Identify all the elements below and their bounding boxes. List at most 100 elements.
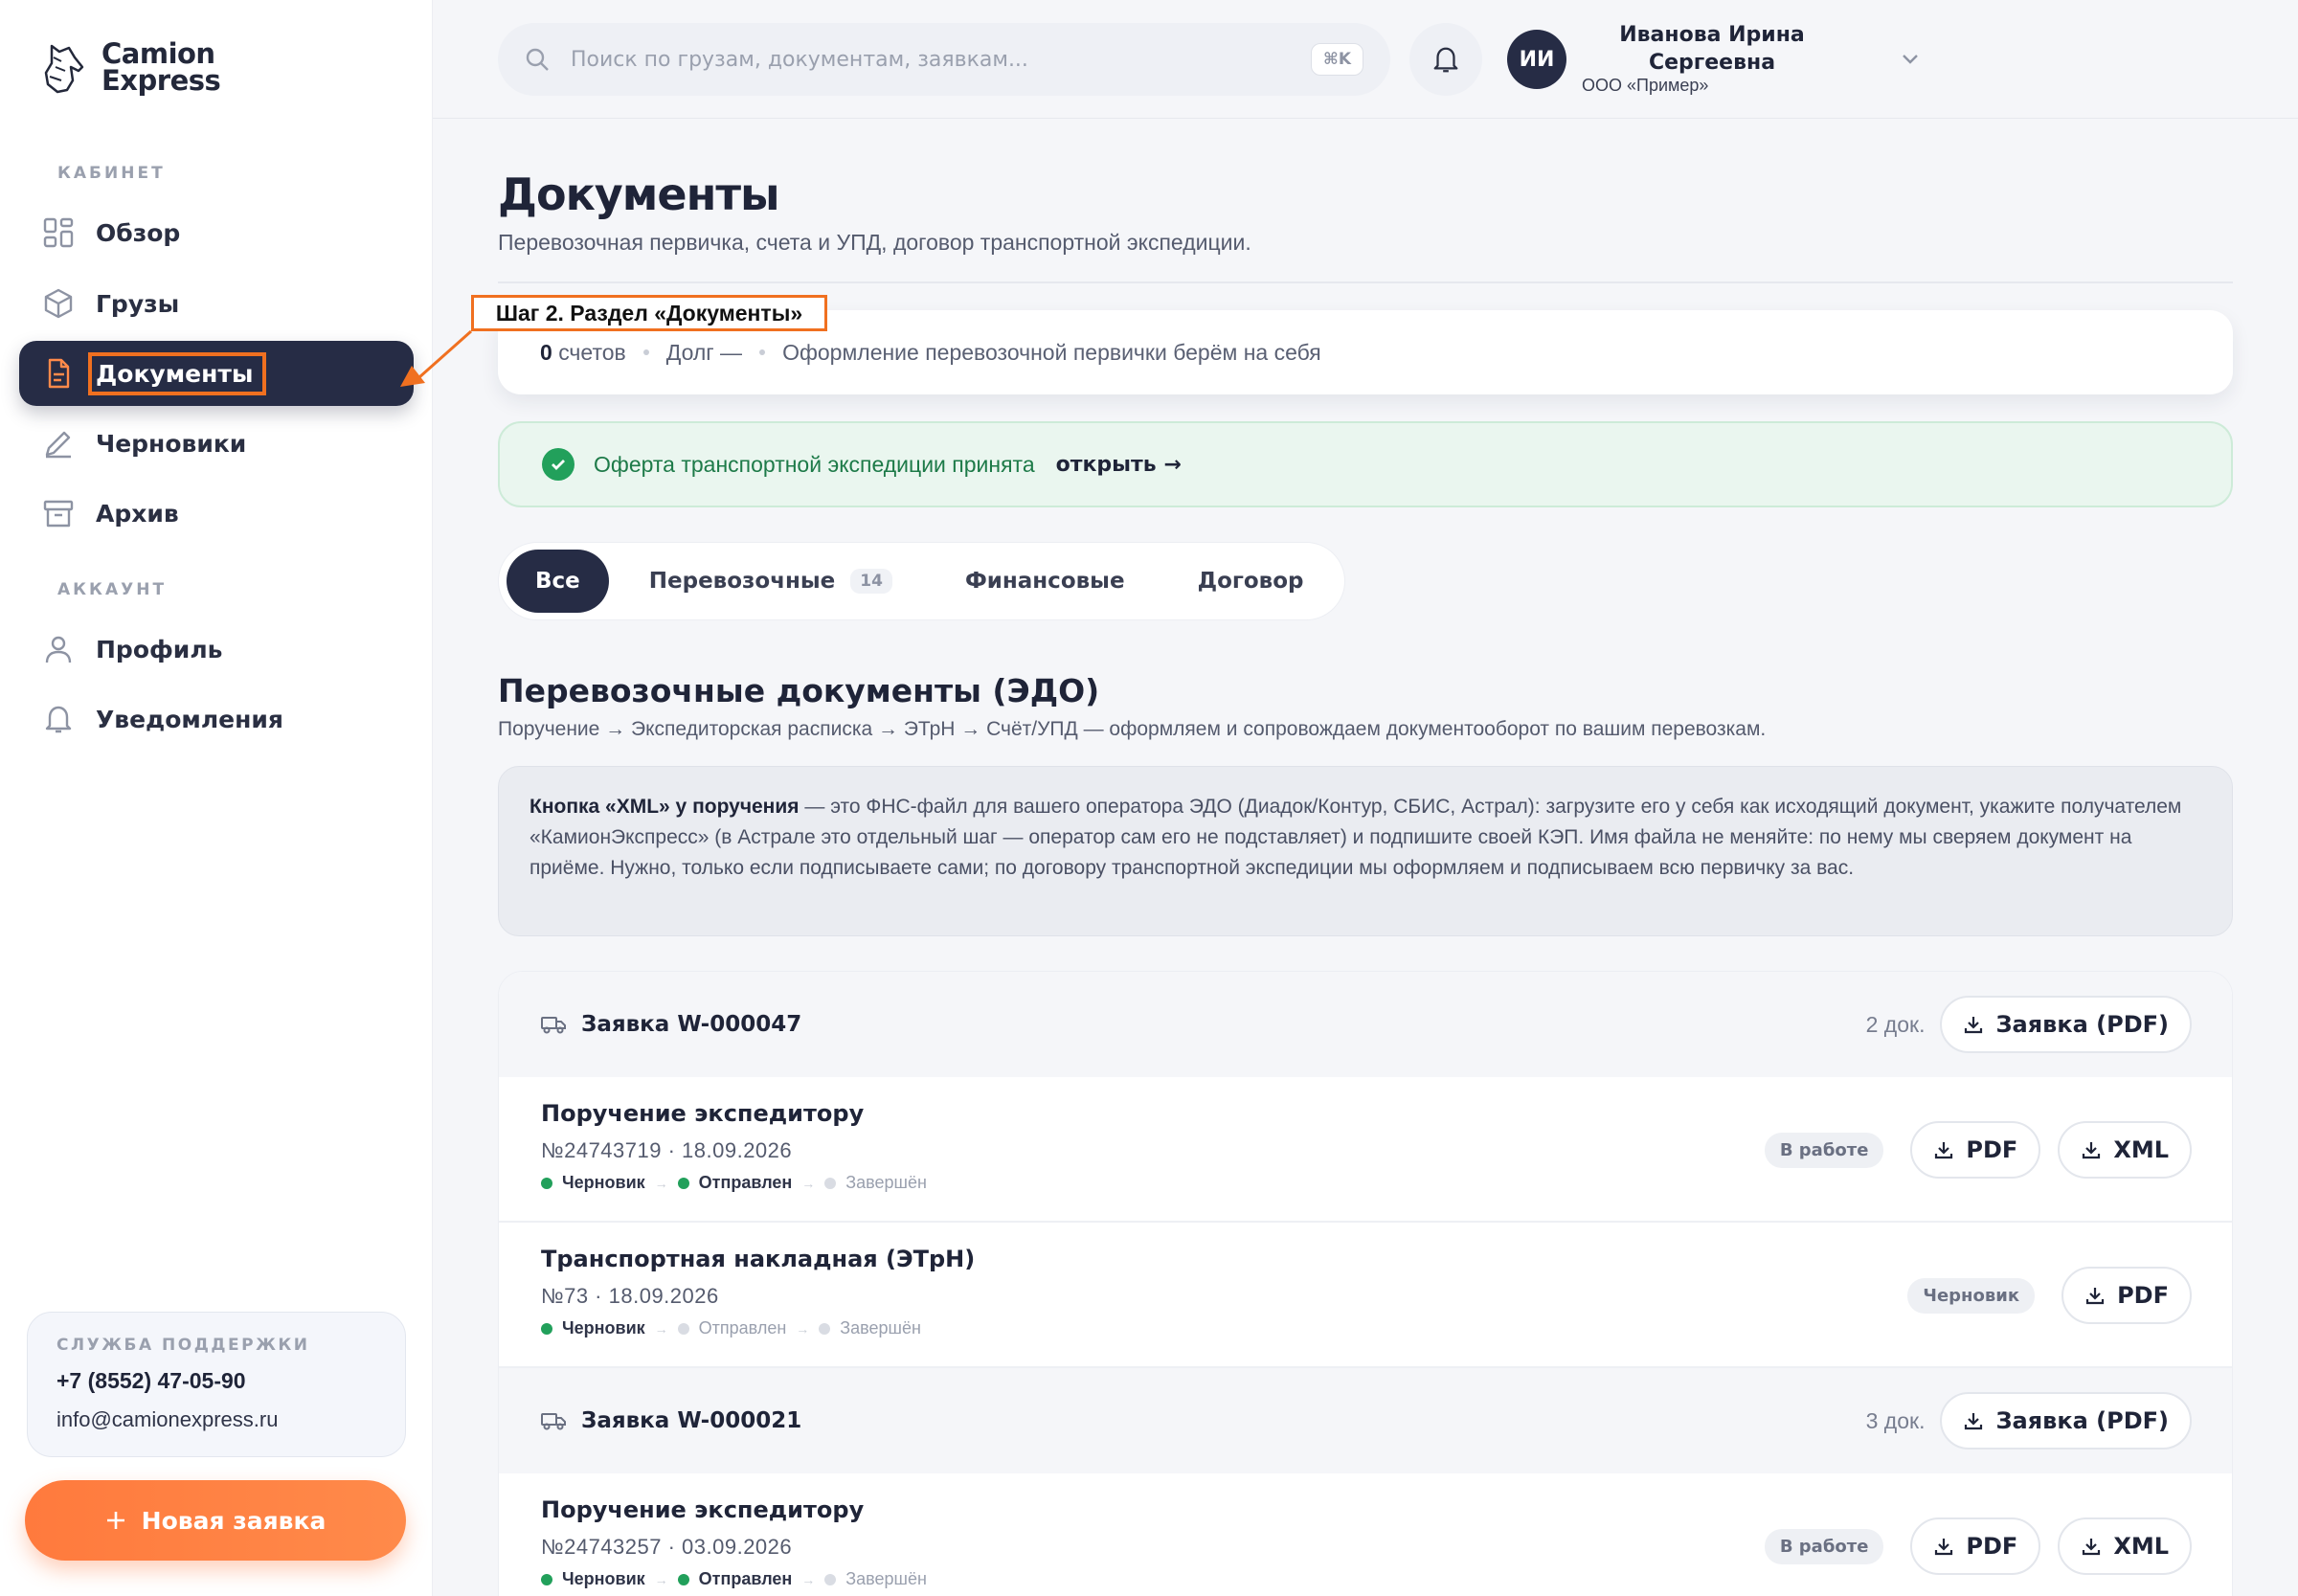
arrow-right-icon: → <box>654 1571 668 1587</box>
info-bold: Кнопка «XML» у поручения <box>529 796 800 818</box>
avatar[interactable]: ИИ <box>1507 30 1566 89</box>
support-title: СЛУЖБА ПОДДЕРЖКИ <box>56 1336 310 1355</box>
separator-dot <box>759 349 766 355</box>
download-icon <box>2083 1142 2101 1159</box>
download-icon <box>1965 1017 1983 1034</box>
download-icon <box>2083 1539 2101 1556</box>
logo-line-2: Express <box>101 64 221 97</box>
tab-transport[interactable]: Перевозочные 14 <box>617 550 925 613</box>
group-doc-count: 3 док. <box>1865 1407 1926 1433</box>
notifications-button[interactable] <box>1409 23 1482 96</box>
step-completed: Завершён <box>824 1569 927 1589</box>
bell-icon <box>1433 47 1458 73</box>
sidebar-item-archive[interactable]: Архив <box>19 481 414 546</box>
document-row[interactable]: Поручение экспедитору №24743719 · 18.09.… <box>499 1077 2232 1223</box>
step-completed: Завершён <box>819 1318 921 1338</box>
button-label: XML <box>2113 1533 2169 1560</box>
button-label: Заявка (PDF) <box>1995 1407 2169 1434</box>
status-badge: Черновик <box>1907 1277 2036 1314</box>
box-icon <box>44 288 73 319</box>
arrow-right-icon: → <box>654 1175 668 1191</box>
arrow-right-icon: → <box>801 1175 816 1191</box>
tab-label: Перевозочные <box>648 569 836 594</box>
download-icon <box>1935 1142 1953 1159</box>
user-org: ООО «Пример» <box>1582 76 1709 95</box>
button-label: XML <box>2113 1136 2169 1163</box>
bell-icon <box>45 706 72 733</box>
pencil-icon <box>45 431 71 459</box>
pdf-button[interactable]: PDF <box>2061 1267 2192 1324</box>
document-row[interactable]: Транспортная накладная (ЭТрН) №73 · 18.0… <box>499 1223 2232 1368</box>
sidebar-item-drafts[interactable]: Черновики <box>19 411 414 476</box>
request-pdf-button[interactable]: Заявка (PDF) <box>1940 1392 2192 1450</box>
sidebar-item-label: Уведомления <box>96 705 283 733</box>
tab-contract[interactable]: Договор <box>1165 550 1337 613</box>
sidebar-item-profile[interactable]: Профиль <box>19 617 414 682</box>
document-row[interactable]: Поручение экспедитору №24743257 · 03.09.… <box>499 1473 2232 1596</box>
request-pdf-button[interactable]: Заявка (PDF) <box>1940 996 2192 1053</box>
search-input[interactable]: Поиск по грузам, документам, заявкам... <box>571 48 1290 72</box>
user-name-line-2: Сергеевна <box>1648 51 1776 75</box>
document-tabs: Все Перевозочные 14 Финансовые Договор <box>498 542 1345 620</box>
sidebar: Camion Express КАБИНЕТ Обзор Грузы Докум… <box>0 0 433 1596</box>
logo[interactable]: Camion Express <box>40 37 221 97</box>
offer-open-link[interactable]: открыть → <box>1056 453 1182 477</box>
arrow-right-icon: → <box>654 1320 668 1337</box>
support-phone[interactable]: +7 (8552) 47-05-90 <box>56 1368 376 1394</box>
status-badge: В работе <box>1764 1528 1884 1564</box>
support-card: СЛУЖБА ПОДДЕРЖКИ +7 (8552) 47-05-90 info… <box>27 1312 406 1457</box>
grid-icon <box>43 217 74 248</box>
plus-icon <box>106 1512 124 1529</box>
support-email[interactable]: info@camionexpress.ru <box>56 1407 376 1432</box>
chevron-down-icon[interactable] <box>1900 48 1921 69</box>
check-circle-icon <box>542 448 574 481</box>
xml-button[interactable]: XML <box>2058 1517 2192 1575</box>
archive-icon <box>43 500 74 528</box>
horse-logo-icon <box>44 44 84 94</box>
search-icon <box>526 48 549 71</box>
sidebar-item-cargo[interactable]: Грузы <box>19 271 414 336</box>
section-title: Перевозочные документы (ЭДО) <box>498 672 1100 709</box>
xml-info-box: Кнопка «XML» у поручения — это ФНС-файл … <box>498 766 2233 936</box>
group-title: Заявка W-000047 <box>581 1012 802 1037</box>
step-draft: Черновик <box>541 1318 645 1338</box>
sidebar-item-label: Обзор <box>96 218 181 247</box>
download-icon <box>1965 1413 1983 1430</box>
search-bar[interactable]: Поиск по грузам, документам, заявкам... … <box>498 23 1390 96</box>
group-doc-count: 2 док. <box>1865 1011 1926 1037</box>
user-name-line-1: Иванова Ирина <box>1619 23 1805 47</box>
step-sent: Отправлен <box>677 1318 786 1338</box>
xml-button[interactable]: XML <box>2058 1121 2192 1179</box>
tab-all[interactable]: Все <box>507 550 609 613</box>
download-icon <box>2085 1288 2105 1305</box>
group-header: Заявка W-000021 3 док. Заявка (PDF) <box>499 1368 2232 1473</box>
documents-list: Заявка W-000047 2 док. Заявка (PDF) Пору… <box>498 971 2233 1596</box>
new-request-button[interactable]: Новая заявка <box>25 1480 406 1561</box>
summary-note: Оформление перевозочной первички берём н… <box>782 339 1321 365</box>
tutorial-callout: Шаг 2. Раздел «Документы» <box>471 295 827 331</box>
group-title: Заявка W-000021 <box>581 1408 802 1433</box>
button-label: PDF <box>1966 1533 2018 1560</box>
section-account: АККАУНТ <box>57 580 168 599</box>
sidebar-item-overview[interactable]: Обзор <box>19 200 414 265</box>
pdf-button[interactable]: PDF <box>1910 1517 2041 1575</box>
sidebar-item-documents[interactable]: Документы <box>19 341 414 406</box>
sidebar-item-label: Профиль <box>96 635 223 663</box>
user-icon <box>45 636 72 663</box>
user-name[interactable]: Иванова Ирина Сергеевна <box>1578 21 1846 77</box>
truck-icon <box>541 1413 566 1430</box>
sidebar-item-label: Грузы <box>96 289 180 318</box>
truck-icon <box>541 1017 566 1034</box>
tab-count: 14 <box>850 569 892 594</box>
step-completed: Завершён <box>824 1173 927 1193</box>
pdf-button[interactable]: PDF <box>1910 1121 2041 1179</box>
arrow-right-icon: → <box>801 1571 816 1587</box>
sidebar-item-notifications[interactable]: Уведомления <box>19 686 414 752</box>
page-title: Документы <box>498 169 780 220</box>
divider <box>498 281 2233 283</box>
group-header: Заявка W-000047 2 док. Заявка (PDF) <box>499 972 2232 1077</box>
step-draft: Черновик <box>541 1173 645 1193</box>
logo-line-1: Camion <box>101 37 215 70</box>
invoices-count: 0 <box>540 339 552 365</box>
tab-financial[interactable]: Финансовые <box>933 550 1158 613</box>
